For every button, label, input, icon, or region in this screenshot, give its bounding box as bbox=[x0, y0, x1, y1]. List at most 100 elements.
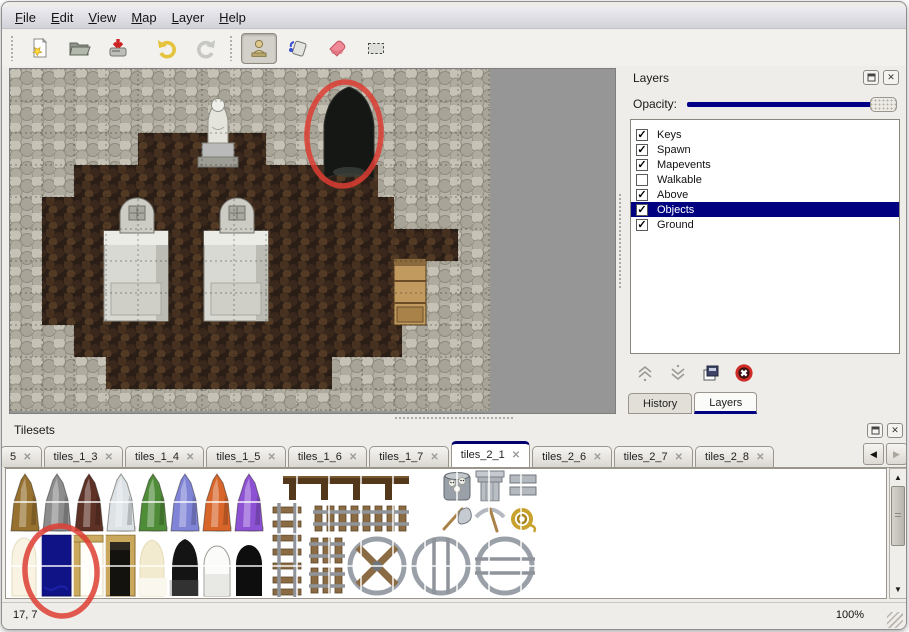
layer-checkbox[interactable]: ✓ bbox=[636, 219, 648, 231]
tileset-view[interactable] bbox=[5, 468, 887, 599]
tileset-tab[interactable]: tiles_2_8✕ bbox=[695, 446, 774, 467]
tileset-tab[interactable]: tiles_1_6✕ bbox=[288, 446, 367, 467]
menu-edit[interactable]: Edit bbox=[51, 10, 73, 25]
menu-map[interactable]: Map bbox=[131, 10, 156, 25]
rect-select-icon bbox=[364, 36, 388, 60]
tileset-tab[interactable]: tiles_1_4✕ bbox=[125, 446, 204, 467]
tileset-tab[interactable]: tiles_1_7✕ bbox=[369, 446, 448, 467]
open-button[interactable] bbox=[61, 33, 97, 64]
layer-delete-button[interactable] bbox=[734, 363, 754, 383]
map-tomb-right bbox=[204, 231, 268, 321]
map-tomb-left bbox=[104, 231, 168, 321]
float-panel-button[interactable] bbox=[867, 423, 883, 438]
rect-select-tool-button[interactable] bbox=[358, 33, 394, 64]
opacity-slider[interactable] bbox=[687, 96, 897, 112]
layer-row-objects[interactable]: ✓ Objects bbox=[631, 202, 899, 217]
delete-icon bbox=[734, 363, 754, 383]
door-tile-pale[interactable] bbox=[12, 538, 36, 596]
layer-row-walkable[interactable]: Walkable bbox=[631, 172, 899, 187]
menu-file[interactable]: File bbox=[15, 10, 36, 25]
layer-move-down-button[interactable] bbox=[668, 363, 688, 383]
close-tab-icon[interactable]: ✕ bbox=[267, 452, 275, 463]
close-tab-icon[interactable]: ✕ bbox=[756, 452, 764, 463]
fill-tool-button[interactable] bbox=[280, 33, 316, 64]
chevron-down-icon bbox=[668, 363, 688, 383]
stamp-tool-icon bbox=[247, 36, 271, 60]
float-icon bbox=[871, 426, 880, 435]
map-canvas[interactable] bbox=[10, 69, 490, 411]
cursor-coordinates: 17, 7 bbox=[13, 609, 37, 621]
save-button[interactable] bbox=[100, 33, 136, 64]
dock-tab-layers[interactable]: Layers bbox=[694, 392, 757, 414]
toolbar-grip[interactable] bbox=[229, 35, 234, 61]
close-tab-icon[interactable]: ✕ bbox=[675, 452, 683, 463]
layers-panel-title: Layers bbox=[633, 71, 669, 85]
undo-icon bbox=[155, 36, 179, 60]
dock-tab-history[interactable]: History bbox=[628, 393, 692, 414]
tileset-tabbar: 5✕ tiles_1_3✕ tiles_1_4✕ tiles_1_5✕ tile… bbox=[4, 442, 907, 468]
tileset-tab[interactable]: 5✕ bbox=[1, 446, 42, 467]
eraser-tool-button[interactable] bbox=[319, 33, 355, 64]
undo-button[interactable] bbox=[149, 33, 185, 64]
close-tab-icon[interactable]: ✕ bbox=[512, 450, 520, 461]
layer-checkbox[interactable]: ✓ bbox=[636, 189, 648, 201]
close-tab-icon[interactable]: ✕ bbox=[593, 452, 601, 463]
layer-list: ✓ Keys ✓ Spawn ✓ Mapevents Walkable ✓ Ab… bbox=[630, 119, 900, 354]
tileset-tab[interactable]: tiles_1_5✕ bbox=[206, 446, 285, 467]
scroll-down-icon[interactable]: ▼ bbox=[890, 582, 906, 597]
close-tab-icon[interactable]: ✕ bbox=[23, 452, 31, 463]
tileset-tab[interactable]: tiles_2_6✕ bbox=[532, 446, 611, 467]
door-tile-black-arch[interactable] bbox=[236, 545, 262, 596]
close-tab-icon[interactable]: ✕ bbox=[186, 452, 194, 463]
menubar: File Edit View Map Layer Help bbox=[2, 7, 906, 29]
tab-scroll-left-button[interactable]: ◀ bbox=[863, 443, 884, 465]
menu-view[interactable]: View bbox=[88, 10, 116, 25]
layer-checkbox[interactable] bbox=[636, 174, 648, 186]
layer-checkbox[interactable]: ✓ bbox=[636, 129, 648, 141]
opacity-slider-track[interactable] bbox=[687, 102, 895, 107]
tileset-tab-active[interactable]: tiles_2_1✕ bbox=[451, 441, 530, 467]
scrollbar-thumb[interactable] bbox=[891, 486, 905, 546]
tab-scroll-right-button[interactable]: ▶ bbox=[886, 443, 907, 465]
close-panel-button[interactable]: ✕ bbox=[887, 423, 903, 438]
layers-panel: Layers ✕ Opacity: ✓ Keys ✓ Spawn bbox=[625, 68, 905, 414]
layer-row-above[interactable]: ✓ Above bbox=[631, 187, 899, 202]
map-view[interactable] bbox=[9, 68, 616, 414]
close-tab-icon[interactable]: ✕ bbox=[105, 452, 113, 463]
layer-checkbox[interactable]: ✓ bbox=[636, 144, 648, 156]
layer-label: Spawn bbox=[657, 144, 691, 156]
float-panel-button[interactable] bbox=[863, 70, 879, 85]
redo-button[interactable] bbox=[188, 33, 224, 64]
layer-checkbox[interactable]: ✓ bbox=[636, 204, 648, 216]
new-file-button[interactable] bbox=[22, 33, 58, 64]
tileset-scrollbar[interactable]: ▲ ▼ bbox=[889, 468, 907, 599]
layer-row-keys[interactable]: ✓ Keys bbox=[631, 127, 899, 142]
tileset-canvas[interactable] bbox=[6, 469, 887, 598]
stamp-tool-button[interactable] bbox=[241, 33, 277, 64]
tileset-tab[interactable]: tiles_2_7✕ bbox=[614, 446, 693, 467]
redo-icon bbox=[194, 36, 218, 60]
float-icon bbox=[867, 73, 876, 82]
menu-layer[interactable]: Layer bbox=[172, 10, 205, 25]
layer-duplicate-button[interactable] bbox=[701, 363, 721, 383]
close-panel-button[interactable]: ✕ bbox=[883, 70, 899, 85]
layer-checkbox[interactable]: ✓ bbox=[636, 159, 648, 171]
layer-row-ground[interactable]: ✓ Ground bbox=[631, 217, 899, 232]
resize-grip[interactable] bbox=[887, 612, 903, 628]
layer-row-mapevents[interactable]: ✓ Mapevents bbox=[631, 157, 899, 172]
horizontal-splitter[interactable] bbox=[2, 414, 906, 421]
layer-move-up-button[interactable] bbox=[635, 363, 655, 383]
tileset-tab[interactable]: tiles_1_3✕ bbox=[44, 446, 123, 467]
door-tile-white-arch[interactable] bbox=[204, 546, 230, 596]
layer-label: Objects bbox=[657, 204, 694, 216]
opacity-slider-handle[interactable] bbox=[870, 97, 897, 112]
layer-label: Keys bbox=[657, 129, 681, 141]
close-tab-icon[interactable]: ✕ bbox=[349, 452, 357, 463]
scroll-up-icon[interactable]: ▲ bbox=[890, 470, 906, 485]
toolbar-grip[interactable] bbox=[10, 35, 15, 61]
layer-row-spawn[interactable]: ✓ Spawn bbox=[631, 142, 899, 157]
layer-label: Ground bbox=[657, 219, 694, 231]
close-tab-icon[interactable]: ✕ bbox=[430, 452, 438, 463]
menu-help[interactable]: Help bbox=[219, 10, 246, 25]
vertical-splitter[interactable] bbox=[616, 68, 625, 414]
